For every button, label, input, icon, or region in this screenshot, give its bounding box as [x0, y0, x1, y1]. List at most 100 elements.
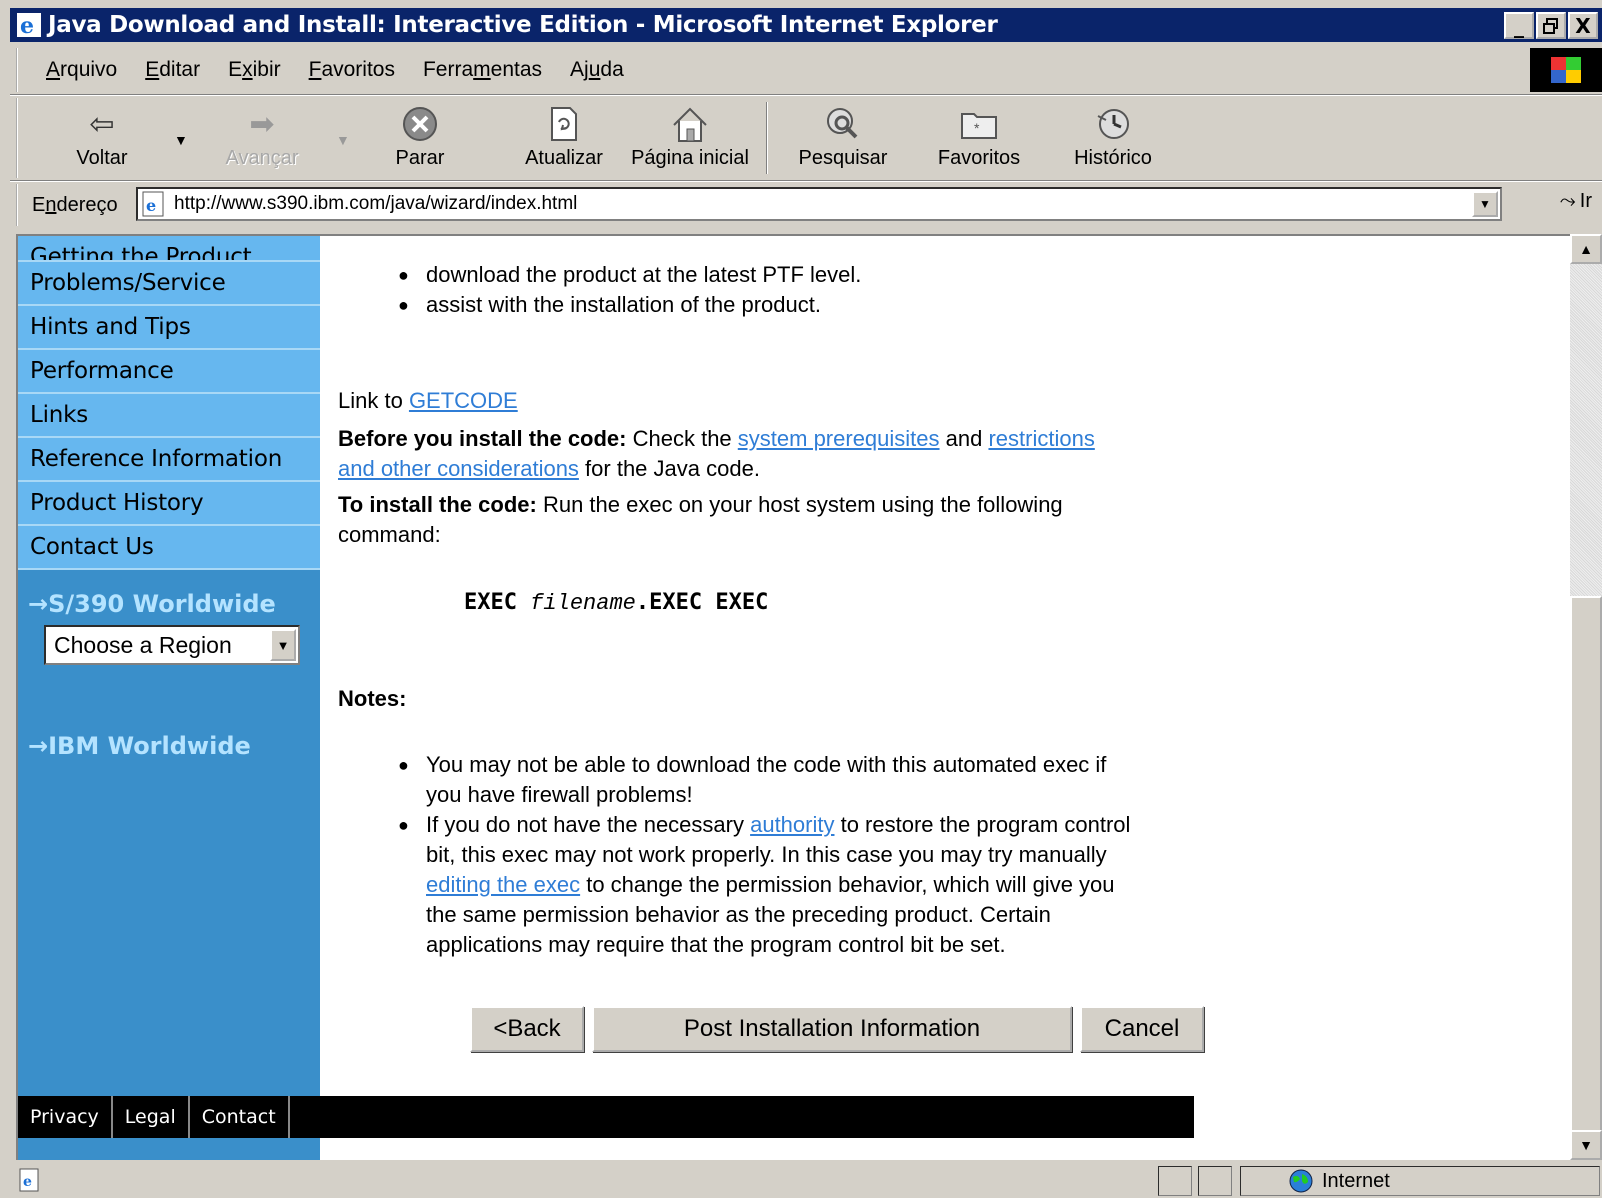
status-pane	[1198, 1166, 1232, 1196]
getcode-link[interactable]: GETCODE	[409, 388, 518, 413]
system-prerequisites-link[interactable]: system prerequisites	[738, 426, 940, 451]
browser-window: e Java Download and Install: Interactive…	[0, 0, 1602, 1198]
chevron-down-icon[interactable]: ▼	[270, 629, 296, 661]
nav-item[interactable]: Getting the Product	[18, 236, 320, 262]
status-bar: e Internet	[10, 1164, 1602, 1198]
nav-item[interactable]: Problems/Service	[18, 262, 320, 306]
close-button[interactable]: X	[1568, 12, 1598, 39]
title-bar: e Java Download and Install: Interactive…	[10, 8, 1602, 42]
back-wizard-button[interactable]: <Back	[470, 1006, 584, 1052]
exec-command: EXEC filename.EXEC EXEC	[464, 590, 769, 616]
authority-link[interactable]: authority	[750, 812, 834, 837]
maximize-button[interactable]	[1536, 12, 1566, 39]
notes-heading: Notes:	[338, 686, 407, 711]
nav-item[interactable]: Reference Information	[18, 438, 320, 482]
list-item: ● assist with the installation of the pro…	[398, 292, 821, 317]
search-button[interactable]: Pesquisar	[788, 98, 898, 178]
vertical-scrollbar[interactable]: ▲ ▼	[1570, 234, 1602, 1160]
post-installation-button[interactable]: Post Installation Information	[592, 1006, 1072, 1052]
back-button[interactable]: ⇦ Voltar	[62, 98, 142, 178]
address-input[interactable]: e http://www.s390.ibm.com/java/wizard/in…	[136, 187, 1502, 221]
menu-item[interactable]: Arquivo	[46, 58, 117, 82]
restrictions-link[interactable]: restrictions	[988, 426, 1094, 451]
before-install-para: Before you install the code: Check the s…	[338, 426, 1095, 481]
go-label: Ir	[1579, 190, 1592, 212]
minimize-button[interactable]: _	[1504, 12, 1534, 39]
region-select-value: Choose a Region	[54, 631, 232, 658]
history-label: Histórico	[1074, 147, 1152, 169]
scroll-down-icon[interactable]: ▼	[1570, 1130, 1602, 1160]
stop-label: Parar	[395, 147, 445, 169]
region-select[interactable]: Choose a Region ▼	[44, 625, 300, 665]
search-icon	[823, 104, 863, 144]
window-title: Java Download and Install: Interactive E…	[48, 12, 998, 38]
favorites-folder-icon: *	[959, 104, 999, 144]
forward-dropdown-icon[interactable]: ▼	[336, 132, 350, 148]
svg-text:*: *	[974, 120, 980, 136]
page-footer: Privacy Legal Contact	[18, 1096, 1194, 1138]
menu-item[interactable]: Editar	[145, 58, 200, 82]
list-item: ● If you do not have the necessary author…	[398, 812, 1131, 957]
left-navigation: Getting the Product Problems/Service Hints…	[18, 236, 320, 1160]
windows-logo-icon	[1530, 48, 1602, 92]
nav-item[interactable]: Performance	[18, 350, 320, 394]
nav-item[interactable]: Links	[18, 394, 320, 438]
list-item: ● You may not be able to download the cod…	[398, 752, 1107, 807]
history-button[interactable]: Histórico	[1058, 98, 1168, 178]
back-arrow-icon: ⇦	[89, 107, 115, 141]
page-status-icon: e	[19, 1168, 39, 1192]
back-label: Voltar	[76, 147, 128, 169]
svg-text:e: e	[20, 13, 34, 38]
favorites-label: Favoritos	[937, 147, 1021, 169]
stop-button[interactable]: Parar	[380, 98, 460, 178]
menu-item[interactable]: Ferramentas	[423, 58, 542, 82]
svg-text:e: e	[23, 1174, 32, 1190]
page-icon: e	[142, 191, 164, 217]
toolbar-separator	[766, 102, 768, 174]
history-icon	[1093, 104, 1133, 144]
search-label: Pesquisar	[798, 147, 888, 169]
forward-arrow-icon: ➡	[249, 107, 275, 141]
cancel-button[interactable]: Cancel	[1080, 1006, 1204, 1052]
nav-item[interactable]: Product History	[18, 482, 320, 526]
globe-icon	[1289, 1169, 1313, 1193]
home-icon	[670, 104, 710, 144]
address-label: Endereço	[32, 193, 118, 216]
address-url: http://www.s390.ibm.com/java/wizard/inde…	[174, 193, 578, 214]
install-para: To install the code: Run the exec on you…	[338, 492, 1063, 547]
security-zone: Internet	[1288, 1168, 1390, 1194]
divider	[10, 180, 1602, 182]
ibm-worldwide-link[interactable]: →IBM Worldwide	[28, 732, 251, 760]
toolbar: ⇦ Voltar ▼ ➡ Avançar ▼ Parar Atualizar P…	[16, 98, 1602, 178]
footer-legal-link[interactable]: Legal	[113, 1096, 190, 1138]
stop-icon	[400, 104, 440, 144]
s390-worldwide-link[interactable]: →S/390 Worldwide	[28, 590, 276, 618]
home-label: Página inicial	[631, 147, 749, 169]
forward-button[interactable]: ➡ Avançar	[212, 98, 312, 178]
menu-item[interactable]: Ajuda	[570, 58, 624, 82]
nav-item[interactable]: Hints and Tips	[18, 306, 320, 350]
editing-the-exec-link[interactable]: editing the exec	[426, 872, 580, 897]
page-viewport: Getting the Product Problems/Service Hints…	[16, 234, 1570, 1160]
go-button[interactable]: ⤳ Ir	[1560, 190, 1592, 213]
back-dropdown-icon[interactable]: ▼	[174, 132, 188, 148]
menu-item[interactable]: Exibir	[228, 58, 281, 82]
wizard-buttons: <Back Post Installation Information Canc…	[470, 1006, 1204, 1052]
list-item: ● download the product at the latest PTF …	[398, 262, 862, 287]
nav-item[interactable]: Contact Us	[18, 526, 320, 570]
footer-contact-link[interactable]: Contact	[190, 1096, 290, 1138]
svg-text:e: e	[146, 196, 156, 215]
restrictions-link-cont[interactable]: and other considerations	[338, 456, 579, 481]
refresh-button[interactable]: Atualizar	[514, 98, 614, 178]
address-dropdown-icon[interactable]: ▼	[1472, 191, 1498, 217]
footer-privacy-link[interactable]: Privacy	[18, 1096, 113, 1138]
zone-label: Internet	[1322, 1169, 1390, 1192]
scroll-up-icon[interactable]: ▲	[1570, 234, 1602, 264]
favorites-button[interactable]: * Favoritos	[924, 98, 1034, 178]
menu-item[interactable]: Favoritos	[309, 58, 395, 82]
menu-bar: Arquivo Editar Exibir Favoritos Ferramentas A…	[16, 48, 1492, 92]
go-arrow-icon: ⤳	[1559, 190, 1576, 212]
status-pane	[1158, 1166, 1192, 1196]
home-button[interactable]: Página inicial	[630, 98, 750, 178]
scroll-thumb[interactable]	[1570, 596, 1602, 1132]
